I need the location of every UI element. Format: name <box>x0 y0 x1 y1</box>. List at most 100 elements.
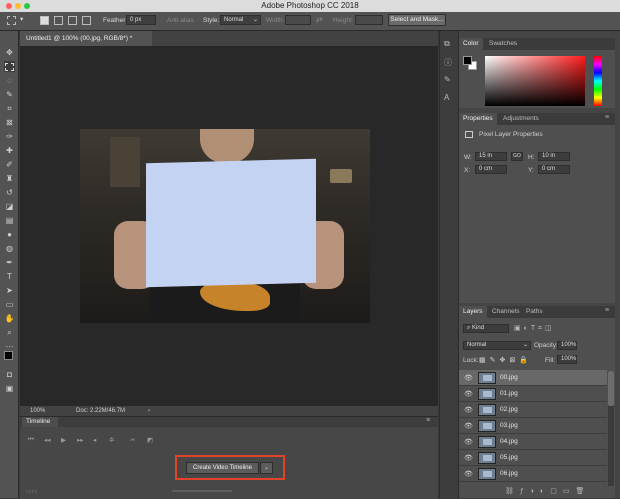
add-to-selection-icon[interactable] <box>54 16 63 25</box>
quick-mask-icon[interactable]: ◘ <box>4 369 15 380</box>
transition-icon[interactable]: ◩ <box>147 436 153 444</box>
visibility-eye-icon[interactable]: 👁 <box>464 438 473 446</box>
rectangular-marquee-tool-icon[interactable] <box>4 61 15 72</box>
info-panel-icon[interactable]: ⓘ <box>444 57 452 68</box>
layer-row[interactable]: 👁 04.jpg <box>459 434 607 450</box>
link-dimensions-button[interactable]: GO <box>511 152 523 161</box>
zoom-tool-icon[interactable]: ⌕ <box>4 327 15 338</box>
doc-size-info[interactable]: Doc: 2.22M/46.7M <box>76 406 125 416</box>
close-window-icon[interactable] <box>6 3 12 9</box>
tab-channels[interactable]: Channels <box>488 306 523 318</box>
screen-mode-icon[interactable]: ▣ <box>4 383 15 394</box>
split-scissors-icon[interactable]: ✂ <box>130 436 135 444</box>
tab-properties[interactable]: Properties <box>459 113 497 125</box>
history-panel-icon[interactable]: ⧉ <box>444 39 450 49</box>
frame-tool-icon[interactable]: ⊠ <box>4 117 15 128</box>
hue-slider[interactable] <box>594 56 602 106</box>
status-menu-arrow-icon[interactable]: › <box>148 406 150 416</box>
rectangle-tool-icon[interactable]: ▭ <box>4 299 15 310</box>
x-field[interactable]: 0 cm <box>475 165 507 174</box>
zoom-level[interactable]: 100% <box>30 406 45 416</box>
zoom-window-icon[interactable] <box>24 3 30 9</box>
swap-width-height-icon[interactable]: ⇄ <box>316 15 323 24</box>
layers-menu-icon[interactable]: ≡ <box>605 307 609 314</box>
height-input[interactable] <box>355 15 383 25</box>
layer-row[interactable]: 👁 02.jpg <box>459 402 607 418</box>
tab-color[interactable]: Color <box>459 38 483 50</box>
quick-selection-tool-icon[interactable]: ✎ <box>4 89 15 100</box>
settings-gear-icon[interactable]: ✲ <box>109 436 114 444</box>
timeline-zoom-slider[interactable] <box>172 490 232 492</box>
tab-layers[interactable]: Layers <box>459 306 487 318</box>
layers-footer-icons[interactable]: ⛓ƒ◑◐▢▭🗑 <box>505 487 590 495</box>
fill-field[interactable]: 100% <box>557 355 577 364</box>
visibility-eye-icon[interactable]: 👁 <box>464 374 473 382</box>
select-and-mask-button[interactable]: Select and Mask... <box>388 14 446 26</box>
timeline-footer-left-icon[interactable]: ▭▭ <box>26 488 37 495</box>
gradient-tool-icon[interactable]: ▤ <box>4 215 15 226</box>
type-tool-icon[interactable]: T <box>4 271 15 282</box>
brush-tool-icon[interactable]: ✐ <box>4 159 15 170</box>
document-tab[interactable]: Untitled1 @ 100% (00.jpg, RGB/8*) * <box>20 31 152 46</box>
dodge-tool-icon[interactable]: ◍ <box>4 243 15 254</box>
intersect-selection-icon[interactable] <box>82 16 91 25</box>
opacity-field[interactable]: 100% <box>557 341 577 350</box>
path-selection-tool-icon[interactable]: ➤ <box>4 285 15 296</box>
healing-brush-tool-icon[interactable]: ✚ <box>4 145 15 156</box>
layer-filter-select[interactable]: ⌕ Kind <box>463 324 509 333</box>
chevron-down-icon[interactable]: ▾ <box>20 15 23 23</box>
document-image[interactable] <box>80 129 370 323</box>
lasso-tool-icon[interactable]: ◌ <box>4 75 15 86</box>
next-frame-icon[interactable]: ▸▸ <box>77 436 84 444</box>
create-video-timeline-button[interactable]: Create Video Timeline <box>186 462 259 474</box>
foreground-color-swatch[interactable] <box>4 351 13 360</box>
feather-input[interactable]: 0 px <box>126 15 156 25</box>
layer-row[interactable]: 👁 01.jpg <box>459 386 607 402</box>
minimize-window-icon[interactable] <box>15 3 21 9</box>
layer-row[interactable]: 👁 00.jpg <box>459 370 607 386</box>
subtract-selection-icon[interactable] <box>68 16 77 25</box>
visibility-eye-icon[interactable]: 👁 <box>464 406 473 414</box>
foreground-color-chip[interactable] <box>463 56 472 65</box>
antialias-checkbox[interactable]: Anti-alias <box>167 17 194 24</box>
blend-mode-select[interactable]: Normal ⌄ <box>463 341 531 350</box>
previous-frame-icon[interactable]: ◂◂ <box>44 436 51 444</box>
play-icon[interactable]: ▶ <box>61 436 66 444</box>
marquee-tool-preset-icon[interactable] <box>7 16 16 25</box>
crop-tool-icon[interactable]: ⌗ <box>4 103 15 114</box>
new-selection-icon[interactable] <box>40 16 49 25</box>
layers-scrollbar-thumb[interactable] <box>608 371 614 406</box>
blur-tool-icon[interactable]: ● <box>4 229 15 240</box>
eraser-tool-icon[interactable]: ◪ <box>4 201 15 212</box>
y-field[interactable]: 0 cm <box>538 165 570 174</box>
width-input[interactable] <box>285 15 311 25</box>
tab-swatches[interactable]: Swatches <box>485 38 521 50</box>
visibility-eye-icon[interactable]: 👁 <box>464 470 473 478</box>
hand-tool-icon[interactable]: ✋ <box>4 313 15 324</box>
style-select[interactable]: Normal ⌄ <box>220 15 261 25</box>
width-field[interactable]: 15 in <box>475 152 507 161</box>
brush-panel-icon[interactable]: ✎ <box>444 75 451 84</box>
tab-adjustments[interactable]: Adjustments <box>499 113 543 125</box>
layer-filter-icons[interactable]: ▣◐T⌗◫ <box>514 324 555 333</box>
visibility-eye-icon[interactable]: 👁 <box>464 454 473 462</box>
visibility-eye-icon[interactable]: 👁 <box>464 422 473 430</box>
layer-row[interactable]: 👁 03.jpg <box>459 418 607 434</box>
timeline-type-dropdown-icon[interactable]: ⌄ <box>260 462 273 474</box>
tab-paths[interactable]: Paths <box>522 306 547 318</box>
go-to-first-frame-icon[interactable]: ⏮ <box>28 436 34 444</box>
clone-stamp-tool-icon[interactable]: ♜ <box>4 173 15 184</box>
panel-menu-icon[interactable]: ≡ <box>426 417 430 424</box>
pen-tool-icon[interactable]: ✒ <box>4 257 15 268</box>
audio-icon[interactable]: ◂ <box>93 436 96 444</box>
height-field[interactable]: 10 in <box>538 152 570 161</box>
move-tool-icon[interactable]: ✥ <box>4 47 15 58</box>
color-field[interactable] <box>485 56 585 106</box>
properties-menu-icon[interactable]: ≡ <box>605 114 609 121</box>
visibility-eye-icon[interactable]: 👁 <box>464 390 473 398</box>
layer-row[interactable]: 👁 05.jpg <box>459 450 607 466</box>
eyedropper-tool-icon[interactable]: ✑ <box>4 131 15 142</box>
layer-row[interactable]: 👁 06.jpg <box>459 466 607 482</box>
character-panel-icon[interactable]: A <box>444 93 449 102</box>
timeline-tab[interactable]: Timeline <box>22 417 58 427</box>
